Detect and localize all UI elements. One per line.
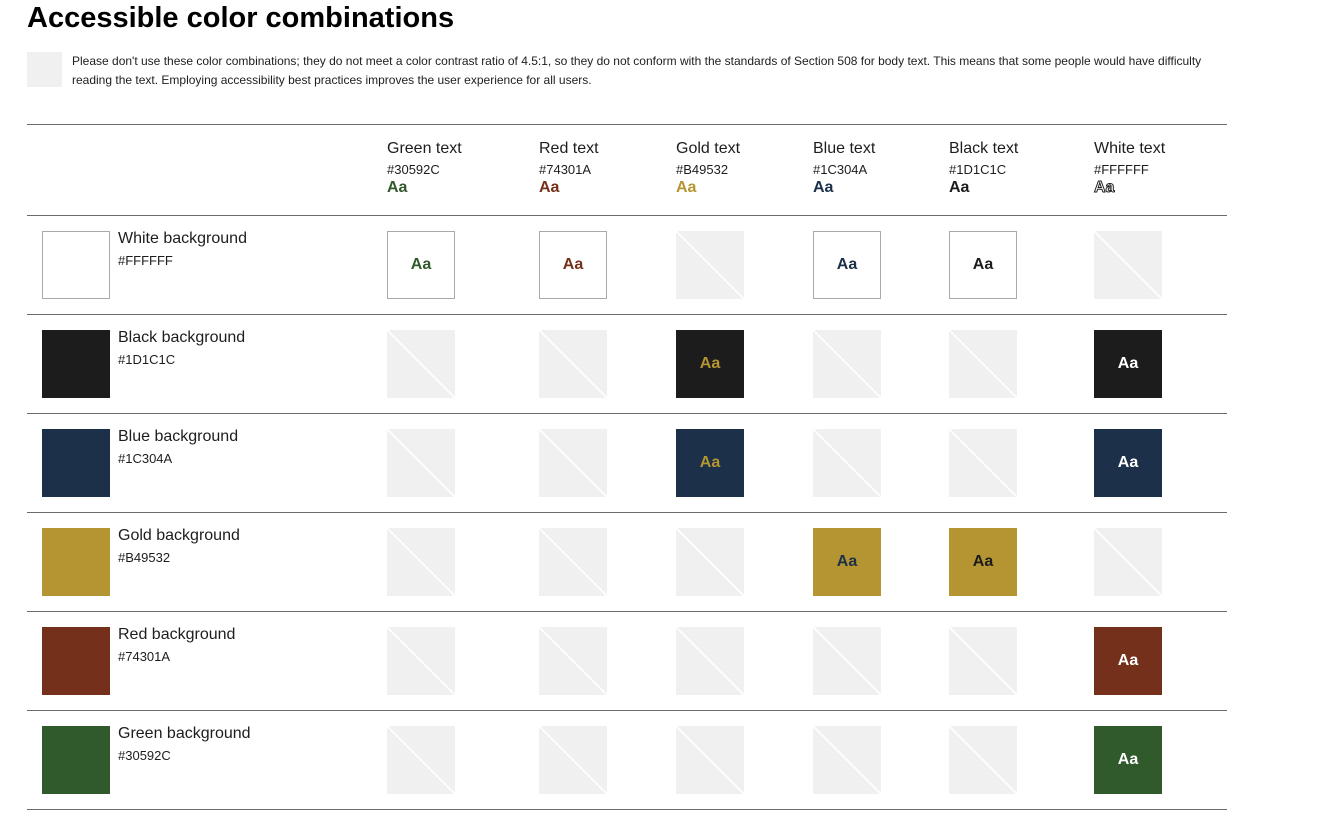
not-accessible-combination <box>813 330 881 398</box>
divider <box>27 512 1227 513</box>
not-accessible-combination <box>813 726 881 794</box>
row-name: White background <box>118 230 247 247</box>
divider <box>27 611 1227 612</box>
column-header-blue-text: Blue text #1C304A Aa <box>813 139 875 197</box>
row-name: Red background <box>118 626 236 643</box>
row-hex: #1C304A <box>118 451 173 466</box>
column-name: Green text <box>387 140 462 157</box>
background-swatch-green-background <box>42 726 110 794</box>
column-hex: #1C304A <box>813 162 868 177</box>
row-name: Gold background <box>118 527 240 544</box>
column-name: Red text <box>539 140 599 157</box>
combination-sample: Aa <box>1094 726 1162 794</box>
combination-sample: Aa <box>1094 627 1162 695</box>
not-accessible-combination <box>387 627 455 695</box>
combination-sample: Aa <box>813 231 881 299</box>
page-title: Accessible color combinations <box>27 2 455 34</box>
combination-sample: Aa <box>1094 330 1162 398</box>
not-accessible-combination <box>949 726 1017 794</box>
combination-sample: Aa <box>676 429 744 497</box>
divider <box>27 314 1227 315</box>
column-hex: #1D1C1C <box>949 162 1007 177</box>
column-name: Blue text <box>813 140 876 157</box>
background-swatch-black-background <box>42 330 110 398</box>
text-sample: Aa <box>949 179 970 196</box>
not-accessible-combination <box>949 429 1017 497</box>
text-sample: Aa <box>1093 179 1115 197</box>
not-accessible-combination <box>813 627 881 695</box>
combination-sample: Aa <box>949 231 1017 299</box>
column-name: Gold text <box>676 140 741 157</box>
combination-sample: Aa <box>813 528 881 596</box>
combination-sample: Aa <box>949 528 1017 596</box>
divider <box>27 809 1227 810</box>
row-name: Black background <box>118 329 246 346</box>
not-accessible-combination <box>539 627 607 695</box>
combination-sample: Aa <box>387 231 455 299</box>
column-header-gold-text: Gold text #B49532 Aa <box>676 139 740 197</box>
not-accessible-combination <box>949 627 1017 695</box>
column-hex: #74301A <box>539 162 592 177</box>
text-sample: Aa <box>387 179 408 196</box>
not-accessible-combination <box>539 429 607 497</box>
not-accessible-combination <box>1094 528 1162 596</box>
column-hex: #B49532 <box>676 162 729 177</box>
not-accessible-swatch-icon <box>27 52 62 87</box>
text-sample: Aa <box>813 179 834 196</box>
not-accessible-combination <box>539 528 607 596</box>
not-accessible-combination <box>949 330 1017 398</box>
combination-sample: Aa <box>1094 429 1162 497</box>
column-name: White text <box>1094 140 1166 157</box>
background-swatch-white-background <box>42 231 110 299</box>
text-sample: Aa <box>539 179 560 196</box>
not-accessible-combination <box>676 231 744 299</box>
row-name: Blue background <box>118 428 239 445</box>
not-accessible-combination <box>539 330 607 398</box>
column-header-green-text: Green text #30592C Aa <box>387 139 462 197</box>
accessibility-note: Please don't use these color combination… <box>72 54 1202 87</box>
not-accessible-combination <box>387 528 455 596</box>
column-header-white-text: White text #FFFFFF Aa <box>1093 139 1166 197</box>
background-swatch-gold-background <box>42 528 110 596</box>
not-accessible-combination <box>813 429 881 497</box>
column-header-red-text: Red text #74301A Aa <box>539 139 599 197</box>
divider <box>27 215 1227 216</box>
row-name: Green background <box>118 725 251 742</box>
divider <box>27 413 1227 414</box>
combination-sample: Aa <box>676 330 744 398</box>
row-hex: #1D1C1C <box>118 352 176 367</box>
text-sample: Aa <box>676 179 697 196</box>
not-accessible-combination <box>387 429 455 497</box>
divider <box>27 710 1227 711</box>
column-hex: #FFFFFF <box>1094 162 1149 177</box>
column-hex: #30592C <box>387 162 440 177</box>
row-hex: #74301A <box>118 649 171 664</box>
not-accessible-combination <box>539 726 607 794</box>
row-hex: #FFFFFF <box>118 253 173 268</box>
not-accessible-combination <box>387 726 455 794</box>
background-swatch-red-background <box>42 627 110 695</box>
row-hex: #30592C <box>118 748 171 763</box>
not-accessible-combination <box>387 330 455 398</box>
divider <box>27 124 1227 125</box>
not-accessible-combination <box>676 627 744 695</box>
not-accessible-combination <box>676 528 744 596</box>
column-header-black-text: Black text #1D1C1C Aa <box>949 139 1018 197</box>
column-name: Black text <box>949 140 1019 157</box>
row-hex: #B49532 <box>118 550 171 565</box>
not-accessible-combination <box>676 726 744 794</box>
background-swatch-blue-background <box>42 429 110 497</box>
combination-sample: Aa <box>539 231 607 299</box>
not-accessible-combination <box>1094 231 1162 299</box>
